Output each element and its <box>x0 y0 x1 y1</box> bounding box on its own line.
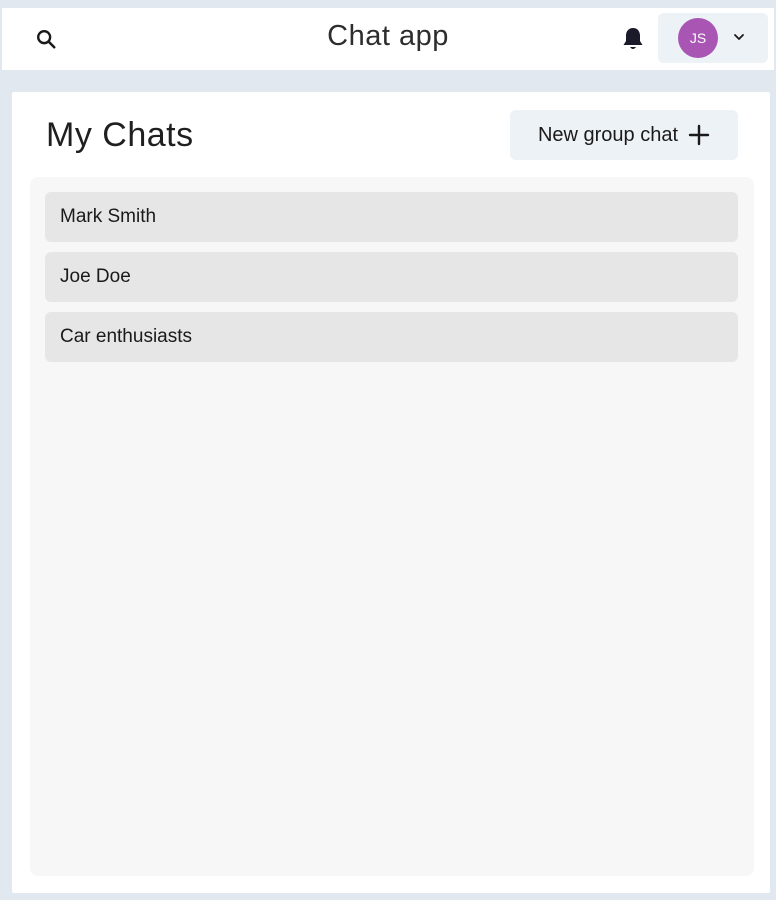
new-group-chat-label: New group chat <box>537 123 679 146</box>
user-menu-button[interactable]: JS <box>658 13 768 63</box>
chat-name: Mark Smith <box>60 206 157 227</box>
chat-item[interactable]: Joe Doe <box>45 252 738 302</box>
notifications-button[interactable] <box>616 22 650 56</box>
new-group-chat-button[interactable]: New group chat <box>510 110 738 160</box>
search-icon <box>37 30 56 49</box>
bell-icon <box>623 28 643 49</box>
top-bar: Chat app JS <box>2 8 774 70</box>
chevron-down-icon <box>732 30 746 44</box>
chat-list: Mark Smith Joe Doe Car enthusiasts <box>30 177 754 876</box>
chat-item[interactable]: Car enthusiasts <box>45 312 738 362</box>
search-button[interactable] <box>30 23 62 55</box>
avatar-initials: JS <box>689 30 707 46</box>
avatar: JS <box>678 18 718 58</box>
chat-item[interactable]: Mark Smith <box>45 192 738 242</box>
chat-name: Joe Doe <box>60 266 131 287</box>
plus-icon <box>688 124 710 146</box>
chats-panel: My Chats New group chat Mark Smith Joe D… <box>8 88 774 897</box>
chat-name: Car enthusiasts <box>60 326 193 347</box>
page-title: My Chats <box>46 116 194 154</box>
